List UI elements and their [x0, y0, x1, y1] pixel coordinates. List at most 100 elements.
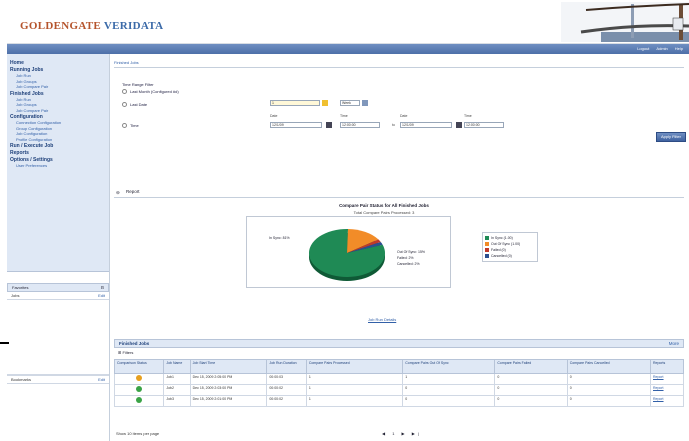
column-header-2[interactable]: Job Start Time — [189, 359, 268, 374]
radio-icon[interactable] — [122, 89, 127, 95]
radio-icon[interactable] — [122, 102, 127, 108]
pie-label-3: Cancelled: 2% — [397, 262, 420, 266]
favorites-col-label: Jobs — [11, 293, 20, 298]
column-header-3[interactable]: Job Run Duration — [266, 359, 307, 374]
calendar-icon[interactable] — [326, 122, 332, 128]
date-label: Date — [270, 114, 278, 118]
cell-name: Job1 — [163, 373, 191, 385]
admin-link[interactable]: Admin — [656, 46, 667, 51]
favorites-subheader: Jobs Edit — [7, 292, 109, 300]
favorites-panel-header: Favorites ⊟ — [7, 283, 109, 292]
last-date-unit-select[interactable]: Week — [340, 100, 360, 106]
chart-subtitle: Total Compare Pairs Processed: 3 — [353, 210, 415, 215]
legend-swatch — [485, 242, 489, 246]
favorites-body — [7, 300, 109, 375]
sidebar-section-5[interactable]: Reports — [10, 150, 106, 156]
job-run-details-link[interactable]: Job Run Details — [368, 317, 396, 322]
end-time-input[interactable]: 12:00:00 — [464, 122, 504, 128]
more-link[interactable]: More — [669, 340, 679, 347]
pager-controls[interactable]: ◀ 1 ▶ ▶| — [382, 431, 422, 436]
column-header-0[interactable]: Comparison Status — [113, 359, 165, 374]
sidebar-item-2-2[interactable]: Job Compare Pair — [16, 108, 106, 114]
pie-chart: In Sync: 81% Out Of Sync: 15% Failed: 2% Ca… — [269, 229, 425, 281]
status-ok-icon — [136, 397, 143, 403]
chart-plot-area: In Sync: 81% Out Of Sync: 15% Failed: 2% Ca… — [246, 216, 451, 288]
table-row[interactable]: Job1 Dec 15, 2009 2:05:00 PM 00:00:03 1 1 0 0 R… — [113, 373, 684, 385]
cell-start: Dec 15, 2009 2:01:00 PM — [189, 395, 268, 407]
table-pager: Show 10 items per page ◀ 1 ▶ ▶| — [116, 431, 682, 436]
filter-option-last-date[interactable]: Last Date — [122, 102, 147, 108]
table-row[interactable]: Job3 Dec 15, 2009 2:01:00 PM 00:00:02 1 0 0 0 R… — [113, 395, 684, 407]
cell-processed: 1 — [305, 384, 404, 396]
legend-swatch — [485, 248, 489, 252]
sidebar: Home Running Jobs Job Run Job Groups Job Com… — [7, 54, 110, 441]
column-header-8[interactable]: Reports — [650, 359, 684, 374]
table-row[interactable]: Job2 Dec 15, 2009 2:03:00 PM 00:00:02 1 0 0 0 R… — [113, 384, 684, 396]
start-time-input[interactable]: 12:00:00 — [340, 122, 380, 128]
column-header-1[interactable]: Job Name — [163, 359, 191, 374]
filter-option-time[interactable]: Time — [122, 123, 139, 129]
report-section-header[interactable]: ⊖ Report — [114, 189, 684, 198]
last-date-count-input[interactable]: 1 — [270, 100, 320, 106]
chart-title: Compare Pair Status for All Finished Job… — [339, 203, 429, 208]
status-warning-icon — [136, 375, 143, 381]
report-link[interactable]: Report — [653, 386, 664, 390]
cell-duration: 00:00:02 — [266, 395, 307, 407]
column-header-4[interactable]: Compare Pairs Processed — [305, 359, 404, 374]
collapse-icon[interactable]: ⊖ — [116, 190, 120, 196]
cell-start: Dec 15, 2009 2:03:00 PM — [189, 384, 268, 396]
calendar-icon[interactable] — [456, 122, 462, 128]
dropdown-icon[interactable] — [362, 100, 368, 106]
cell-cancelled: 0 — [566, 395, 652, 407]
breadcrumb[interactable]: Finished Jobs — [114, 58, 684, 68]
column-header-5[interactable]: Compare Pairs Out Of Sync — [402, 359, 496, 374]
start-date-input[interactable]: 12/1/09 — [270, 122, 322, 128]
cell-out: 0 — [402, 384, 496, 396]
cell-duration: 00:00:02 — [266, 384, 307, 396]
report-title: Report — [126, 189, 140, 194]
cell-start: Dec 15, 2009 2:05:00 PM — [189, 373, 268, 385]
pager-text[interactable]: Show 10 items per page — [116, 431, 159, 436]
favorites-edit-link[interactable]: Edit — [98, 293, 105, 298]
bookmarks-header: Bookmarks Edit — [7, 375, 109, 384]
pie-label-1: Out Of Sync: 15% — [397, 250, 425, 254]
filter-option-last-month[interactable]: Last Month (Configured #d) — [122, 89, 179, 95]
favorites-title: Favorites — [12, 285, 29, 290]
cell-processed: 1 — [305, 395, 404, 407]
radio-icon[interactable] — [122, 123, 127, 129]
cell-failed: 0 — [494, 395, 568, 407]
sidebar-section-4[interactable]: Run / Execute Job — [10, 143, 106, 149]
cell-cancelled: 0 — [566, 384, 652, 396]
report-link[interactable]: Report — [653, 375, 664, 379]
cell-failed: 0 — [494, 384, 568, 396]
sidebar-item-1-2[interactable]: Job Compare Pair — [16, 84, 106, 90]
column-header-6[interactable]: Compare Pairs Failed — [494, 359, 568, 374]
cell-processed: 1 — [305, 373, 404, 385]
column-header-7[interactable]: Compare Pairs Cancelled — [566, 359, 652, 374]
sidebar-section-0[interactable]: Home — [10, 60, 106, 66]
logout-link[interactable]: Logout — [637, 46, 649, 51]
dataset-header: Finished Jobs More — [114, 339, 684, 348]
end-date-input[interactable]: 12/1/09 — [400, 122, 452, 128]
sidebar-item-6-0[interactable]: User Preferences — [16, 163, 106, 169]
cell-duration: 00:00:03 — [266, 373, 307, 385]
app-logo: GOLDENGATE VERIDATA — [20, 20, 164, 32]
report-link[interactable]: Report — [653, 397, 664, 401]
spinner-icon[interactable] — [322, 100, 328, 106]
jobs-table: Comparison Status Job Name Job Start Time J… — [113, 359, 684, 407]
main-content: Finished Jobs Time Range Filter Last Mon… — [113, 58, 686, 441]
cell-failed: 0 — [494, 373, 568, 385]
sidebar-item-3-3[interactable]: Profile Configuration — [16, 137, 106, 143]
pie-label-2: Failed: 2% — [397, 256, 414, 260]
top-nav-bar: Logout Admin Help — [7, 44, 689, 54]
chart-legend: In Sync (1.00) Out Of Sync (1.00) Failed (… — [482, 232, 538, 262]
time-label: Time — [340, 114, 348, 118]
favorites-collapse-icon[interactable]: ⊟ — [101, 285, 104, 290]
sidebar-nav: Home Running Jobs Job Run Job Groups Job Com… — [7, 54, 109, 272]
filters-toolbar[interactable]: ⊞ Filters — [118, 350, 133, 355]
help-link[interactable]: Help — [675, 46, 683, 51]
bookmarks-edit-link[interactable]: Edit — [98, 377, 105, 382]
cell-out: 1 — [402, 373, 496, 385]
date-label-2: Date — [400, 114, 408, 118]
apply-filter-button[interactable]: Apply Filter — [656, 132, 686, 142]
